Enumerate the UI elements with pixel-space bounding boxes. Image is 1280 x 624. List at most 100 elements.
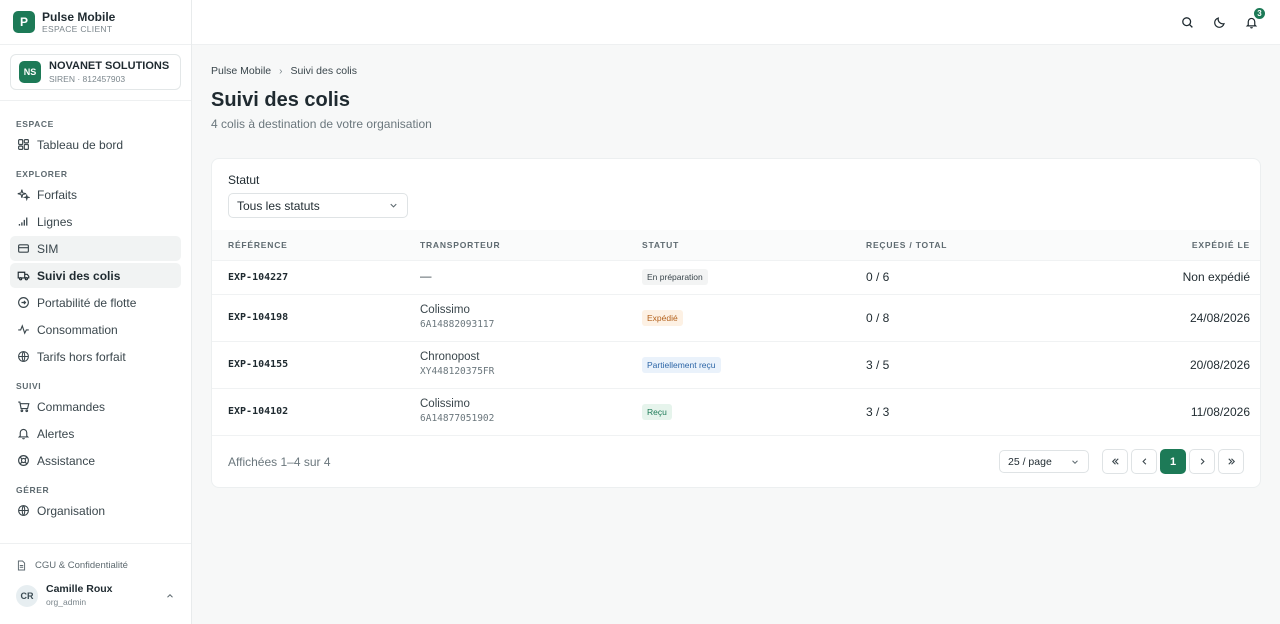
sidebar-item-forfaits[interactable]: Forfaits	[10, 182, 181, 207]
column-header-carrier[interactable]: TRANSPORTEUR	[404, 230, 626, 260]
breadcrumb-root[interactable]: Pulse Mobile	[211, 65, 271, 77]
user-menu[interactable]: CR Camille Roux org_admin	[0, 577, 191, 614]
sidebar-item-label: Consommation	[37, 322, 118, 337]
status-badge: Reçu	[642, 403, 672, 420]
sim-card-icon	[16, 242, 30, 256]
sidebar-item-portabilite-de-flotte[interactable]: Portabilité de flotte	[10, 290, 181, 315]
shipments-card: Statut Tous les statuts RÉFÉRENCE TRANSP…	[211, 158, 1261, 488]
nav-section-title: GÉRER	[16, 485, 50, 495]
topbar: 3	[192, 0, 1280, 45]
nav-section-title: EXPLORER	[16, 169, 68, 179]
page-button-current[interactable]: 1	[1160, 449, 1186, 474]
activity-icon	[16, 323, 30, 337]
pagination-info: Affichées 1–4 sur 4	[228, 454, 331, 469]
column-header-reference[interactable]: RÉFÉRENCE	[212, 230, 404, 260]
table-row[interactable]: EXP-104198 Colissimo 6A14882093117 Expéd…	[212, 294, 1260, 341]
org-avatar: NS	[19, 61, 41, 83]
sidebar-item-label: Assistance	[37, 453, 96, 468]
status-select-value: Tous les statuts	[237, 198, 320, 213]
chevron-left-icon	[1141, 458, 1146, 465]
next-page-button[interactable]	[1189, 449, 1215, 474]
cell-shipped-date: 20/08/2026	[1189, 357, 1250, 372]
org-switcher[interactable]: NS NOVANET SOLUTIONS SIREN · 812457903	[10, 54, 181, 90]
shipments-table: RÉFÉRENCE TRANSPORTEUR STATUT REÇUES / T…	[212, 230, 1260, 435]
cell-shipped-date: Non expédié	[1182, 270, 1250, 284]
cell-tracking-number[interactable]: XY448120375FR	[420, 365, 610, 379]
globe-icon	[16, 350, 30, 364]
previous-page-button[interactable]	[1131, 449, 1157, 474]
cgu-label: CGU & Confidentialité	[35, 560, 128, 571]
building-icon	[16, 504, 30, 518]
sidebar-item-label: Alertes	[37, 426, 75, 441]
nav-section-title: SUIVI	[16, 381, 42, 391]
search-icon	[1181, 16, 1193, 28]
table-row[interactable]: EXP-104227 — En préparation 0 / 6 Non ex…	[212, 260, 1260, 294]
cell-carrier: Colissimo	[420, 398, 470, 411]
status-badge: Expédié	[642, 309, 683, 326]
column-header-shipped-date[interactable]: EXPÉDIÉ LE	[1050, 230, 1260, 260]
sidebar-footer: CGU & Confidentialité CR Camille Roux or…	[0, 543, 191, 624]
chevrons-right-icon	[1227, 458, 1235, 465]
moon-icon	[1213, 16, 1225, 28]
page-content: Pulse Mobile › Suivi des colis Suivi des…	[192, 45, 1280, 488]
avatar: CR	[16, 584, 38, 607]
chevrons-left-icon	[1111, 458, 1119, 465]
sidebar-item-label: SIM	[37, 241, 59, 256]
sidebar-item-label: Organisation	[37, 503, 106, 518]
table-row[interactable]: EXP-104155 Chronopost XY448120375FR Part…	[212, 341, 1260, 388]
cell-carrier: —	[420, 270, 432, 283]
table-footer: Affichées 1–4 sur 4 25 / page 1	[212, 435, 1260, 487]
cell-tracking-number[interactable]: 6A14882093117	[420, 318, 610, 332]
cell-received: 0 / 6	[866, 270, 890, 284]
sidebar-item-alertes[interactable]: Alertes	[10, 421, 181, 446]
chevron-right-icon	[1200, 458, 1205, 465]
sidebar-item-lignes[interactable]: Lignes	[10, 209, 181, 234]
cell-received: 3 / 3	[866, 404, 890, 419]
brand-name: Pulse Mobile	[42, 9, 116, 24]
sidebar-item-organisation[interactable]: Organisation	[10, 498, 181, 523]
chevron-down-icon	[1072, 459, 1078, 464]
cell-tracking-number[interactable]: 6A14877051902	[420, 412, 610, 426]
first-page-button[interactable]	[1102, 449, 1128, 474]
sidebar-item-sim[interactable]: SIM	[10, 236, 181, 261]
cell-shipped-date: 24/08/2026	[1189, 310, 1250, 325]
status-filter: Statut Tous les statuts	[212, 159, 1260, 230]
sidebar: P Pulse Mobile ESPACE CLIENT NS NOVANET …	[0, 0, 192, 624]
cell-reference: EXP-104227	[228, 271, 289, 283]
sidebar-item-label: Forfaits	[37, 187, 78, 202]
lifebuoy-icon	[16, 454, 30, 468]
user-name: Camille Roux	[46, 583, 113, 595]
notifications-button[interactable]: 3	[1240, 7, 1266, 33]
sidebar-item-tableau-de-bord[interactable]: Tableau de bord	[10, 132, 181, 157]
table-header-row: RÉFÉRENCE TRANSPORTEUR STATUT REÇUES / T…	[212, 230, 1260, 260]
brand-logo: P	[13, 11, 35, 33]
cart-icon	[16, 400, 30, 414]
status-badge: Partiellement reçu	[642, 356, 721, 373]
chevron-down-icon	[390, 203, 397, 208]
nav-section-title: ESPACE	[16, 119, 54, 129]
status-badge: En préparation	[642, 269, 708, 285]
sidebar-item-tarifs-hors-forfait[interactable]: Tarifs hors forfait	[10, 344, 181, 369]
status-select[interactable]: Tous les statuts	[228, 193, 408, 218]
bell-icon	[16, 427, 30, 441]
table-row[interactable]: EXP-104102 Colissimo 6A14877051902 Reçu …	[212, 388, 1260, 435]
page-size-select[interactable]: 25 / page	[999, 450, 1089, 473]
last-page-button[interactable]	[1218, 449, 1244, 474]
brand[interactable]: P Pulse Mobile ESPACE CLIENT	[0, 0, 191, 45]
theme-toggle-button[interactable]	[1208, 11, 1230, 33]
sidebar-item-suivi-des-colis[interactable]: Suivi des colis	[10, 263, 181, 288]
user-role: org_admin	[46, 597, 87, 607]
org-siren: SIREN · 812457903	[49, 73, 126, 84]
sidebar-item-commandes[interactable]: Commandes	[10, 394, 181, 419]
cgu-link[interactable]: CGU & Confidentialité	[0, 554, 191, 577]
column-header-status[interactable]: STATUT	[626, 230, 850, 260]
chevron-right-icon: ›	[279, 65, 283, 77]
sidebar-item-assistance[interactable]: Assistance	[10, 448, 181, 473]
org-name: NOVANET SOLUTIONS	[49, 59, 170, 72]
search-button[interactable]	[1176, 11, 1198, 33]
sidebar-item-consommation[interactable]: Consommation	[10, 317, 181, 342]
page-title: Suivi des colis	[211, 89, 350, 111]
sidebar-item-label: Suivi des colis	[37, 268, 121, 283]
sidebar-item-label: Portabilité de flotte	[37, 295, 137, 310]
column-header-received[interactable]: REÇUES / TOTAL	[850, 230, 1050, 260]
